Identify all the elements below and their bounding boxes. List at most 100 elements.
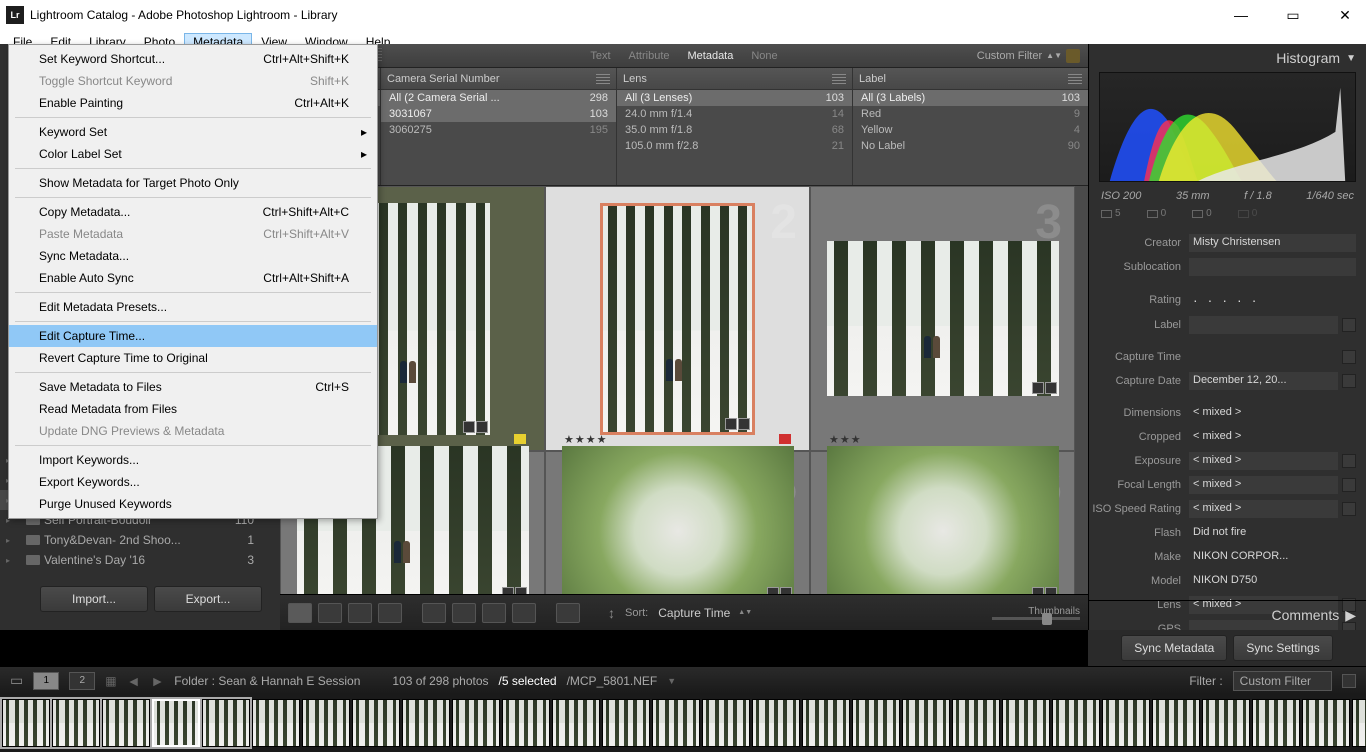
- metadata-value[interactable]: December 12, 20...: [1189, 372, 1338, 390]
- filmstrip-thumb[interactable]: [52, 699, 100, 747]
- filmstrip-thumb[interactable]: [252, 699, 300, 747]
- monitor-1-button[interactable]: 1: [33, 672, 59, 690]
- grid-view-button[interactable]: [288, 603, 312, 623]
- menu-item[interactable]: Read Metadata from Files: [9, 398, 377, 420]
- filmstrip-thumb[interactable]: [452, 699, 500, 747]
- metadata-value[interactable]: < mixed >: [1189, 476, 1338, 494]
- filmstrip-thumb[interactable]: [852, 699, 900, 747]
- sync-settings-button[interactable]: Sync Settings: [1233, 635, 1332, 661]
- lock-icon[interactable]: [1066, 49, 1080, 63]
- grid-toggle-icon[interactable]: ▦: [105, 674, 116, 688]
- metadata-value[interactable]: [1189, 258, 1356, 276]
- thumbnail-cell[interactable]: 2★★★★: [545, 186, 810, 451]
- menu-item[interactable]: Show Metadata for Target Photo Only: [9, 172, 377, 194]
- histogram-header[interactable]: Histogram▼: [1089, 44, 1366, 72]
- filmstrip-thumb[interactable]: [952, 699, 1000, 747]
- filter-row[interactable]: 3060275195: [381, 122, 616, 138]
- tool-button-2[interactable]: [452, 603, 476, 623]
- tool-button-1[interactable]: [422, 603, 446, 623]
- menu-item[interactable]: Edit Metadata Presets...: [9, 296, 377, 318]
- metadata-value[interactable]: [1189, 348, 1338, 366]
- thumbnail-size-slider[interactable]: [992, 617, 1080, 620]
- filmstrip-thumb[interactable]: [152, 699, 200, 747]
- export-button[interactable]: Export...: [154, 586, 262, 612]
- menu-item[interactable]: Set Keyword Shortcut...Ctrl+Alt+Shift+K: [9, 48, 377, 70]
- compare-view-button[interactable]: [348, 603, 372, 623]
- tool-button-3[interactable]: [482, 603, 506, 623]
- thumbnail-cell[interactable]: 6: [810, 451, 1075, 594]
- metadata-value[interactable]: Did not fire: [1189, 524, 1356, 542]
- second-monitor-icon[interactable]: ▭: [10, 672, 23, 689]
- menu-item[interactable]: Enable PaintingCtrl+Alt+K: [9, 92, 377, 114]
- loupe-view-button[interactable]: [318, 603, 342, 623]
- metadata-value[interactable]: < mixed >: [1189, 404, 1356, 422]
- filter-column-header[interactable]: Label: [853, 68, 1088, 90]
- filter-row[interactable]: 35.0 mm f/1.868: [617, 122, 852, 138]
- metadata-value[interactable]: [1189, 316, 1338, 334]
- filmstrip-thumb[interactable]: [802, 699, 850, 747]
- filter-row[interactable]: Yellow4: [853, 122, 1088, 138]
- filter-row[interactable]: All (2 Camera Serial ...298: [381, 90, 616, 106]
- metadata-value[interactable]: < mixed >: [1189, 500, 1338, 518]
- monitor-2-button[interactable]: 2: [69, 672, 95, 690]
- metadata-value[interactable]: Misty Christensen: [1189, 234, 1356, 252]
- filmstrip-thumb[interactable]: [302, 699, 350, 747]
- maximize-button[interactable]: ▭: [1278, 7, 1308, 24]
- filmstrip-thumb[interactable]: [1152, 699, 1200, 747]
- menu-item[interactable]: Import Keywords...: [9, 449, 377, 471]
- import-button[interactable]: Import...: [40, 586, 148, 612]
- filmstrip-thumb[interactable]: [1302, 699, 1350, 747]
- filter-column-header[interactable]: Camera Serial Number: [381, 68, 616, 90]
- filter-tab-metadata[interactable]: Metadata: [687, 50, 733, 62]
- menu-item[interactable]: Revert Capture Time to Original: [9, 347, 377, 369]
- filmstrip[interactable]: [0, 694, 1366, 752]
- filter-row[interactable]: All (3 Labels)103: [853, 90, 1088, 106]
- filmstrip-thumb[interactable]: [652, 699, 700, 747]
- sync-metadata-button[interactable]: Sync Metadata: [1121, 635, 1227, 661]
- thumbnail-cell[interactable]: 3★★★: [810, 186, 1075, 451]
- filter-row[interactable]: Red9: [853, 106, 1088, 122]
- close-button[interactable]: ✕: [1330, 7, 1360, 24]
- minimize-button[interactable]: —: [1226, 7, 1256, 24]
- metadata-value[interactable]: < mixed >: [1189, 428, 1356, 446]
- filmstrip-thumb[interactable]: [502, 699, 550, 747]
- filmstrip-thumb[interactable]: [1352, 699, 1366, 747]
- menu-item[interactable]: Purge Unused Keywords: [9, 493, 377, 515]
- sort-direction-icon[interactable]: ↕: [608, 605, 615, 621]
- filmstrip-thumb[interactable]: [352, 699, 400, 747]
- comments-header[interactable]: Comments▶: [1089, 600, 1366, 630]
- menu-item[interactable]: Save Metadata to FilesCtrl+S: [9, 376, 377, 398]
- filter-row[interactable]: 105.0 mm f/2.821: [617, 138, 852, 154]
- menu-item[interactable]: Keyword Set▸: [9, 121, 377, 143]
- filter-column-header[interactable]: Lens: [617, 68, 852, 90]
- filter-row[interactable]: All (3 Lenses)103: [617, 90, 852, 106]
- filter-row[interactable]: 3031067103: [381, 106, 616, 122]
- filter-tab-text[interactable]: Text: [590, 50, 610, 62]
- filmstrip-thumb[interactable]: [1052, 699, 1100, 747]
- filmstrip-thumb[interactable]: [602, 699, 650, 747]
- metadata-action-button[interactable]: [1342, 478, 1356, 492]
- filmstrip-thumb[interactable]: [102, 699, 150, 747]
- thumbnail-cell[interactable]: 5: [545, 451, 810, 594]
- sort-field-dropdown[interactable]: Capture Time: [658, 606, 730, 620]
- filmstrip-thumb[interactable]: [1002, 699, 1050, 747]
- filmstrip-thumb[interactable]: [552, 699, 600, 747]
- metadata-value[interactable]: NIKON D750: [1189, 572, 1356, 590]
- menu-item[interactable]: Edit Capture Time...: [9, 325, 377, 347]
- filter-toggle[interactable]: [1342, 674, 1356, 688]
- metadata-action-button[interactable]: [1342, 454, 1356, 468]
- survey-view-button[interactable]: [378, 603, 402, 623]
- nav-back[interactable]: ◄: [127, 673, 141, 689]
- filter-dropdown[interactable]: Custom Filter: [1233, 671, 1332, 691]
- menu-item[interactable]: Color Label Set▸: [9, 143, 377, 165]
- filmstrip-thumb[interactable]: [402, 699, 450, 747]
- filmstrip-thumb[interactable]: [202, 699, 250, 747]
- menu-item[interactable]: Sync Metadata...: [9, 245, 377, 267]
- menu-item[interactable]: Export Keywords...: [9, 471, 377, 493]
- painter-button[interactable]: [556, 603, 580, 623]
- folder-row[interactable]: ▸Valentine's Day '163: [0, 550, 266, 570]
- filmstrip-thumb[interactable]: [702, 699, 750, 747]
- metadata-action-button[interactable]: [1342, 318, 1356, 332]
- filmstrip-thumb[interactable]: [1202, 699, 1250, 747]
- filter-row[interactable]: No Label90: [853, 138, 1088, 154]
